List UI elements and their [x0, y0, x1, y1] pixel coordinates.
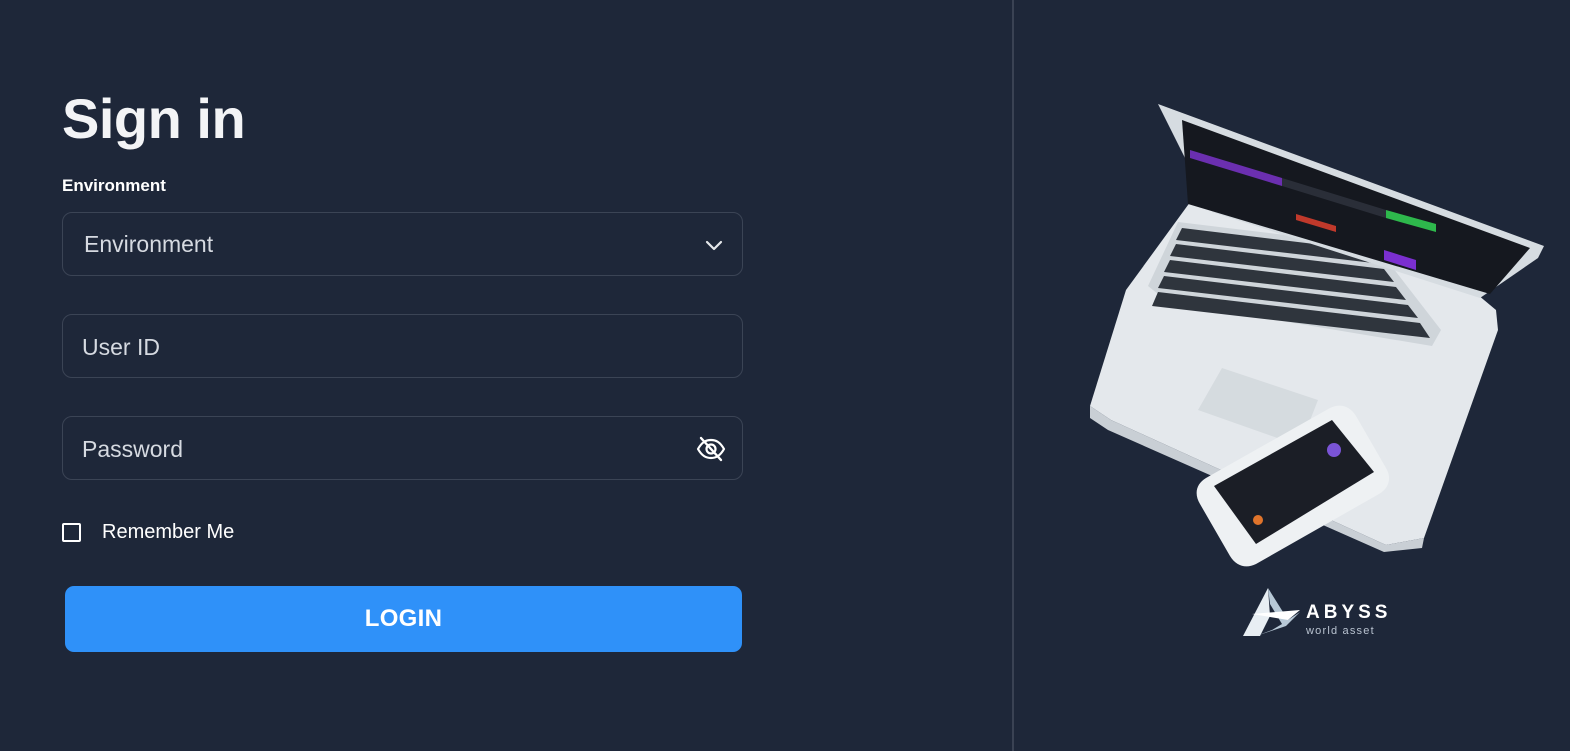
eye-off-icon[interactable]	[696, 435, 726, 463]
laptop-phone-illustration	[1090, 104, 1544, 567]
password-input[interactable]	[80, 417, 684, 481]
page-title: Sign in	[62, 87, 246, 150]
signin-panel: Sign in Environment Environment Remember…	[0, 0, 1012, 751]
remember-me[interactable]: Remember Me	[62, 520, 234, 544]
user-id-input[interactable]	[80, 315, 684, 379]
environment-select-value: Environment	[84, 231, 214, 257]
brand-logo: ABYSS world asset	[1242, 586, 1402, 640]
chevron-down-icon[interactable]	[704, 235, 724, 255]
abyss-logo-icon	[1243, 588, 1300, 636]
brand-name: ABYSS	[1306, 602, 1392, 623]
remember-me-label[interactable]: Remember Me	[102, 521, 234, 544]
environment-label: Environment	[62, 176, 166, 195]
login-button[interactable]: LOGIN	[65, 586, 742, 652]
brand-tagline: world asset	[1306, 625, 1375, 637]
brand-panel: ABYSS world asset	[1014, 0, 1570, 751]
password-field[interactable]	[62, 416, 743, 481]
remember-me-checkbox[interactable]	[62, 522, 81, 542]
user-id-field[interactable]	[62, 314, 743, 379]
environment-select[interactable]: Environment	[62, 212, 743, 276]
